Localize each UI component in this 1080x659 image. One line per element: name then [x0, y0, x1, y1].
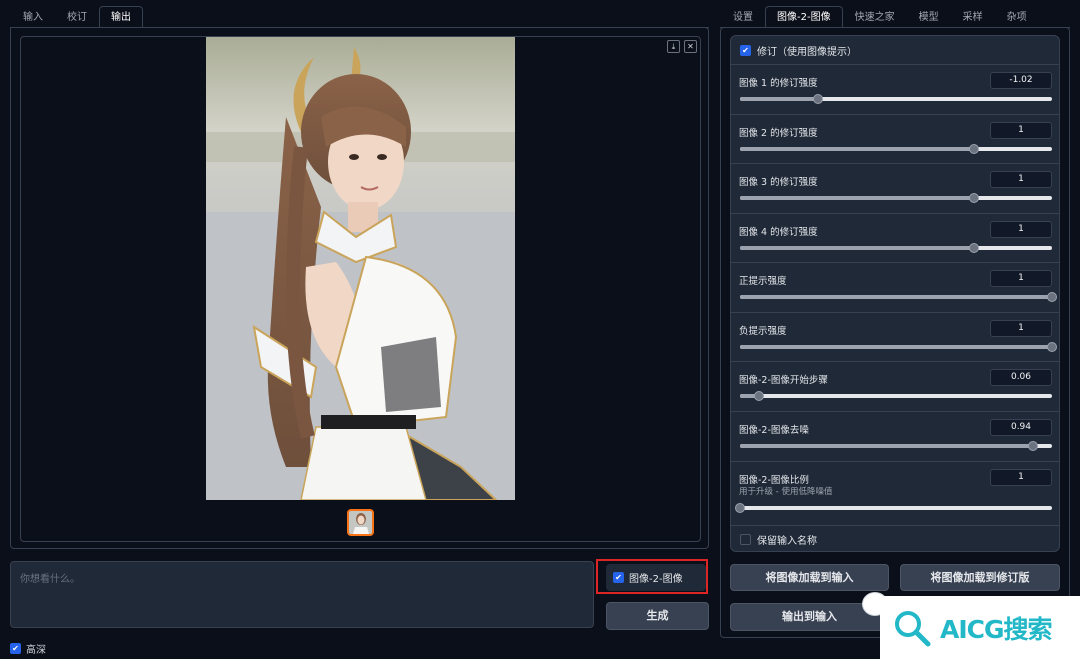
image2image-settings: ✔ 修订（使用图像提示） 保留输入名称 图像 1 的修订强度 -1.02 图像 2 … [730, 35, 1060, 552]
slider-label: 图像-2-图像开始步骤 [739, 375, 828, 386]
slider-number-input[interactable]: 0.94 [990, 419, 1052, 436]
slider-number-input[interactable]: 1 [990, 320, 1052, 337]
slider-track[interactable] [740, 391, 1052, 401]
slider-handle[interactable] [1047, 342, 1057, 352]
slider-row: 图像-2-图像比例 用于升级 - 使用低降噪值 1 [731, 461, 1059, 525]
slider-sublabel: 用于升级 - 使用低降噪值 [739, 487, 833, 497]
slider-track[interactable] [740, 94, 1052, 104]
output-panel: ⤓ ✕ [10, 27, 709, 549]
slider-number-input[interactable]: 1 [990, 221, 1052, 238]
slider-handle[interactable] [735, 503, 745, 513]
left-tab-2[interactable]: 输出 [99, 6, 143, 28]
slider-number-input[interactable]: 1 [990, 171, 1052, 188]
slider-fill [740, 246, 974, 250]
right-tab-1[interactable]: 图像-2-图像 [765, 6, 843, 28]
slider-row: 负提示强度 1 [731, 312, 1059, 361]
slider-number-input[interactable]: 1 [990, 270, 1052, 287]
slider-track[interactable] [740, 342, 1057, 352]
checkbox-checked-icon: ✔ [10, 643, 21, 654]
download-icon[interactable]: ⤓ [667, 40, 680, 53]
gallery-thumbnail[interactable] [347, 509, 374, 536]
prompt-input[interactable]: 你想看什么。 [10, 561, 594, 628]
slider-row: 图像-2-图像开始步骤 0.06 [731, 361, 1059, 411]
slider-label: 图像 2 的修订强度 [739, 128, 818, 139]
slider-track[interactable] [735, 503, 1052, 513]
slider-number-input[interactable]: 0.06 [990, 369, 1052, 386]
generated-image [206, 37, 515, 500]
checkbox-checked-icon: ✔ [740, 44, 751, 56]
slider-number-input[interactable]: -1.02 [990, 72, 1052, 89]
slider-fill [740, 444, 1034, 448]
settings-panel: ✔ 修订（使用图像提示） 保留输入名称 图像 1 的修订强度 -1.02 图像 2 … [720, 27, 1070, 638]
slider-row: 正提示强度 1 [731, 262, 1059, 312]
right-tab-2[interactable]: 快速之家 [843, 6, 907, 28]
close-icon[interactable]: ✕ [684, 40, 697, 53]
image-gallery: ⤓ ✕ [20, 36, 701, 542]
image2image-checkbox[interactable]: ✔ 图像-2-图像 [606, 564, 706, 591]
slider-label: 图像-2-图像比例 [739, 475, 809, 486]
image2image-toggle-highlight: ✔ 图像-2-图像 [596, 559, 708, 594]
slider-label: 图像 3 的修订强度 [739, 177, 818, 188]
slider-label: 正提示强度 [739, 276, 787, 287]
slider-row: 图像-2-图像去噪 0.94 [731, 411, 1059, 461]
right-tab-4[interactable]: 采样 [951, 6, 995, 28]
checkbox-unchecked-icon [740, 534, 751, 545]
slider-track[interactable] [740, 441, 1052, 451]
thumbnail-image [349, 511, 372, 534]
slider-handle[interactable] [969, 243, 979, 253]
slider-label: 图像 4 的修订强度 [739, 227, 818, 238]
left-tab-1[interactable]: 校订 [55, 6, 99, 28]
revise-checkbox[interactable]: ✔ 修订（使用图像提示） [731, 36, 1059, 64]
right-tab-3[interactable]: 模型 [907, 6, 951, 28]
slider-label: 图像 1 的修订强度 [739, 78, 818, 89]
slider-number-input[interactable]: 1 [990, 469, 1052, 486]
slider-fill [740, 147, 974, 151]
slider-row: 图像 2 的修订强度 1 [731, 114, 1059, 163]
generated-image-portrait [206, 37, 515, 500]
slider-fill [740, 196, 974, 200]
right-tab-5[interactable]: 杂项 [995, 6, 1039, 28]
slider-fill [740, 345, 1052, 349]
load-image-to-revision-button[interactable]: 将图像加载到修订版 [900, 564, 1060, 591]
watermark-logo: AICG搜索 [880, 596, 1080, 659]
slider-fill [740, 97, 818, 101]
right-tab-0[interactable]: 设置 [721, 6, 765, 28]
slider-handle[interactable] [969, 144, 979, 154]
slider-handle[interactable] [813, 94, 823, 104]
right-tab-bar: 设置 图像-2-图像 快速之家 模型 采样 杂项 [721, 6, 1039, 28]
slider-track[interactable] [740, 292, 1057, 302]
slider-handle[interactable] [969, 193, 979, 203]
slider-handle[interactable] [1047, 292, 1057, 302]
image2image-label: 图像-2-图像 [629, 574, 683, 585]
slider-row: 图像 1 的修订强度 -1.02 [731, 64, 1059, 114]
magnifier-logo-icon [895, 610, 931, 646]
slider-handle[interactable] [1028, 441, 1039, 451]
slider-handle[interactable] [753, 391, 764, 401]
slider-row: 图像 4 的修订强度 1 [731, 213, 1059, 262]
left-tab-0[interactable]: 输入 [11, 6, 55, 28]
slider-label: 图像-2-图像去噪 [739, 425, 809, 436]
left-tab-bar: 输入 校订 输出 [11, 6, 143, 28]
slider-track[interactable] [740, 144, 1052, 154]
hd-checkbox[interactable]: ✔ 高深 [10, 641, 46, 656]
slider-number-input[interactable]: 1 [990, 122, 1052, 139]
slider-label: 负提示强度 [739, 326, 787, 337]
slider-track[interactable] [740, 193, 1052, 203]
slider-fill [740, 295, 1052, 299]
keep-input-name-checkbox[interactable]: 保留输入名称 [731, 525, 1059, 551]
revise-label: 修订（使用图像提示） [757, 46, 857, 58]
watermark-text: AICG搜索 [940, 614, 1053, 644]
slider-track[interactable] [740, 243, 1052, 253]
checkbox-checked-icon: ✔ [613, 572, 624, 583]
generate-button[interactable]: 生成 [606, 602, 709, 630]
keep-name-label: 保留输入名称 [757, 536, 817, 547]
slider-row: 图像 3 的修订强度 1 [731, 163, 1059, 213]
hd-label: 高深 [26, 645, 46, 656]
load-image-to-input-button[interactable]: 将图像加载到输入 [730, 564, 889, 591]
